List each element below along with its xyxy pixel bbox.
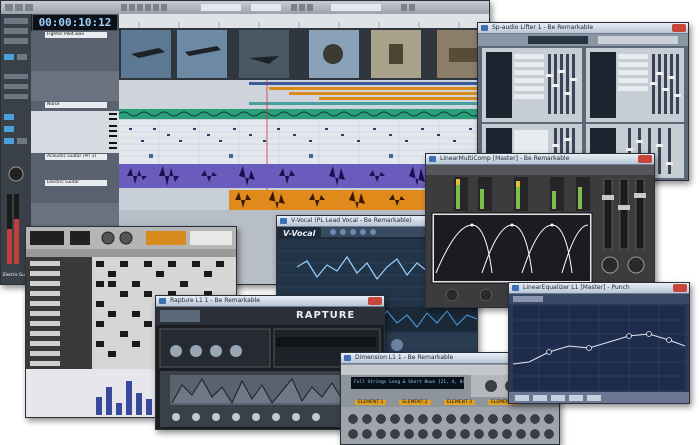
- sp-title: Sp-audio Lifter 1 - Be Remarkable: [492, 24, 594, 31]
- vocal-title: V-Vocal (PL Lead Vocal - Be Remarkable): [291, 217, 412, 224]
- track-name[interactable]: Noise: [45, 102, 107, 108]
- close-icon[interactable]: [368, 297, 382, 305]
- sp-title-bar[interactable]: Sp-audio Lifter 1 - Be Remarkable: [478, 23, 688, 34]
- track-header[interactable]: Fighter Pilot.wav: [31, 31, 119, 72]
- close-icon[interactable]: [672, 24, 686, 32]
- track-name[interactable]: Electric Guitar: [45, 180, 107, 186]
- rapture-title-bar[interactable]: Rapture L1 1 - Be Remarkable: [156, 296, 384, 307]
- eq-title: LinearEqualizer L1 [Master] - Punch: [523, 284, 630, 291]
- toolbar-buttons[interactable]: [1, 1, 489, 14]
- inspector-track-label: Electric Guit: [3, 272, 28, 277]
- timecode-display: 00:00:10:12: [33, 15, 117, 30]
- track-header[interactable]: Electric Guitar: [31, 179, 119, 204]
- eq-graph[interactable]: [509, 294, 689, 404]
- track-name[interactable]: Fighter Pilot.wav: [45, 32, 107, 38]
- dimension-title: Dimension L1 1 - Be Remarkable: [355, 354, 454, 361]
- eq-title-bar[interactable]: LinearEqualizer L1 [Master] - Punch: [509, 283, 689, 294]
- comp-title: LinearMultiComp [Master] - Be Remarkable: [440, 155, 570, 162]
- linear-equalizer-window: LinearEqualizer L1 [Master] - Punch: [508, 282, 690, 404]
- daw-toolbar: [1, 1, 489, 15]
- rapture-title: Rapture L1 1 - Be Remarkable: [170, 297, 260, 304]
- comp-title-bar[interactable]: LinearMultiComp [Master] - Be Remarkable: [426, 154, 654, 165]
- vocal-logo: V-Vocal: [283, 229, 316, 238]
- track-header[interactable]: [31, 71, 119, 102]
- close-icon[interactable]: [673, 284, 687, 292]
- close-icon[interactable]: [638, 155, 652, 163]
- track-header[interactable]: Acoustic Guitar (Pri 1): [31, 153, 119, 180]
- track-name[interactable]: Acoustic Guitar (Pri 1): [45, 154, 107, 160]
- rapture-logo: RAPTURE: [296, 310, 356, 321]
- piano-roll-keys: [31, 111, 119, 154]
